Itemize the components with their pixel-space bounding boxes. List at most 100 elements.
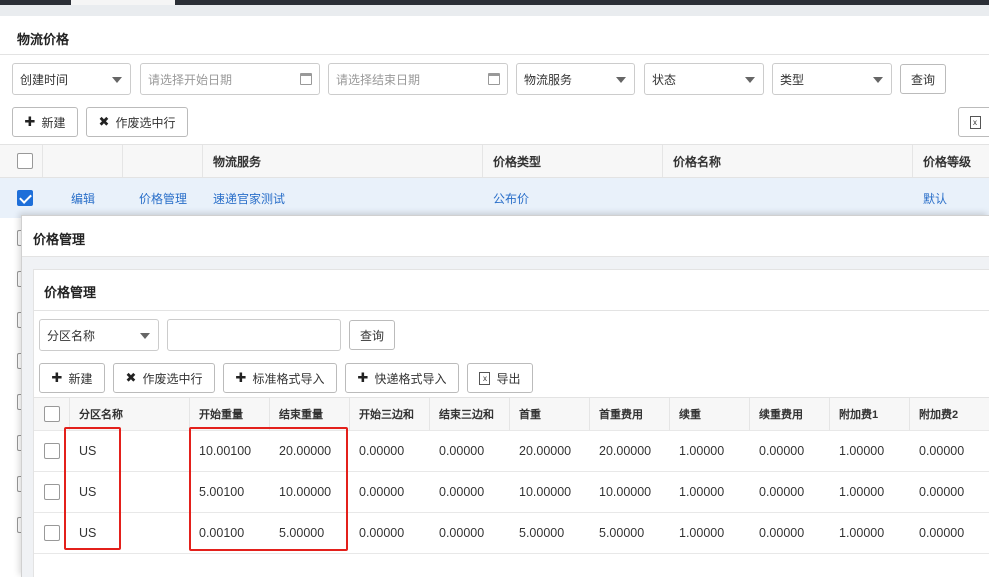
select-all-checkbox[interactable] (44, 406, 60, 422)
column-divider (482, 145, 483, 177)
dialog-export-label: 导出 (496, 371, 521, 386)
column-divider (909, 398, 910, 430)
additional-weight-fee-cell: 0.00000 (759, 444, 805, 458)
row-checkbox[interactable] (44, 484, 60, 500)
price-level-link[interactable]: 默认 (923, 178, 947, 218)
table-row[interactable]: US 5.00100 10.00000 0.00000 0.00000 10.0… (34, 472, 989, 513)
column-header-surcharge-1[interactable]: 附加费1 (839, 398, 878, 430)
export-button[interactable]: x (958, 107, 989, 137)
column-header-end-weight[interactable]: 结束重量 (279, 398, 323, 430)
status-select[interactable]: 状态 (644, 63, 764, 95)
table-row[interactable]: US 0.00100 5.00000 0.00000 0.00000 5.000… (34, 513, 989, 554)
first-weight-cell: 10.00000 (519, 485, 572, 499)
column-header-end-dim-sum[interactable]: 结束三边和 (439, 398, 494, 430)
column-header-start-weight[interactable]: 开始重量 (199, 398, 243, 430)
dialog-export-button[interactable]: x 导出 (467, 363, 533, 393)
end-weight-cell: 20.00000 (279, 444, 332, 458)
select-all-checkbox[interactable] (17, 153, 33, 169)
additional-weight-fee-cell: 0.00000 (759, 526, 805, 540)
dialog-query-button[interactable]: 查询 (349, 320, 395, 350)
calendar-icon (300, 73, 312, 85)
plus-icon: ✚ (51, 370, 63, 385)
first-weight-fee-cell: 5.00000 (599, 526, 645, 540)
chevron-down-icon (616, 77, 626, 83)
dialog-query-label: 查询 (359, 328, 384, 343)
close-icon: ✖ (125, 370, 137, 385)
column-header-price-level[interactable]: 价格等级 (923, 145, 971, 177)
table-header-row: 物流服务 价格类型 价格名称 价格等级 (0, 144, 989, 178)
edit-link[interactable]: 编辑 (71, 178, 95, 218)
row-checkbox[interactable] (44, 443, 60, 459)
price-management-link[interactable]: 价格管理 (139, 178, 187, 218)
column-header-additional-weight[interactable]: 续重 (679, 398, 701, 430)
query-button[interactable]: 查询 (900, 64, 946, 94)
additional-weight-cell: 1.00000 (679, 526, 725, 540)
zone-name-select[interactable]: 分区名称 (39, 319, 159, 351)
dialog-void-button[interactable]: ✖ 作废选中行 (113, 363, 215, 393)
dialog-header: 价格管理 (22, 216, 989, 257)
surcharge-1-cell: 1.00000 (839, 485, 885, 499)
zone-name-input[interactable] (167, 319, 341, 351)
row-checkbox-cell (44, 472, 60, 512)
void-selected-button[interactable]: ✖ 作废选中行 (86, 107, 188, 137)
price-management-panel: 价格管理 分区名称 查询 ✚ 新建 ✖ 作废选中行 ✚ 标准格式导入 ✚ 快递格… (33, 269, 989, 577)
column-header-first-weight-fee[interactable]: 首重费用 (599, 398, 643, 430)
void-selected-label: 作废选中行 (115, 115, 176, 130)
dialog-new-button[interactable]: ✚ 新建 (39, 363, 105, 393)
end-weight-cell: 5.00000 (279, 526, 325, 540)
column-header-surcharge-2[interactable]: 附加费2 (919, 398, 958, 430)
column-header-price-name[interactable]: 价格名称 (673, 145, 721, 177)
close-icon: ✖ (98, 114, 110, 129)
price-management-dialog: 价格管理 价格管理 分区名称 查询 ✚ 新建 ✖ 作废选中行 ✚ 标准格式导入 … (21, 215, 989, 577)
service-link[interactable]: 速递官家测试 (213, 178, 285, 218)
end-dim-sum-cell: 0.00000 (439, 444, 485, 458)
column-header-start-dim-sum[interactable]: 开始三边和 (359, 398, 414, 430)
column-header-additional-weight-fee[interactable]: 续重费用 (759, 398, 803, 430)
logistics-service-select[interactable]: 物流服务 (516, 63, 635, 95)
column-divider (69, 398, 70, 430)
standard-import-button[interactable]: ✚ 标准格式导入 (223, 363, 337, 393)
dialog-body: 价格管理 分区名称 查询 ✚ 新建 ✖ 作废选中行 ✚ 标准格式导入 ✚ 快递格… (22, 257, 989, 577)
table-header-row: 分区名称 开始重量 结束重量 开始三边和 结束三边和 首重 首重费用 续重 续重… (34, 397, 989, 431)
zone-name-cell: US (79, 526, 97, 540)
table-row-selected[interactable]: 编辑 价格管理 速递官家测试 公布价 默认 (0, 178, 989, 218)
active-tab[interactable] (71, 0, 175, 5)
column-divider (829, 398, 830, 430)
row-checkbox-checked[interactable] (17, 190, 33, 206)
end-dim-sum-cell: 0.00000 (439, 485, 485, 499)
select-all-cell (44, 398, 60, 430)
create-time-select[interactable]: 创建时间 (12, 63, 131, 95)
end-dim-sum-cell: 0.00000 (439, 526, 485, 540)
column-header-zone-name[interactable]: 分区名称 (79, 398, 123, 430)
first-weight-fee-cell: 10.00000 (599, 485, 652, 499)
column-divider (749, 398, 750, 430)
plus-icon: ✚ (24, 114, 36, 129)
start-dim-sum-cell: 0.00000 (359, 444, 405, 458)
additional-weight-cell: 1.00000 (679, 444, 725, 458)
new-button[interactable]: ✚ 新建 (12, 107, 78, 137)
dialog-void-label: 作废选中行 (142, 371, 203, 386)
surcharge-1-cell: 1.00000 (839, 526, 885, 540)
row-checkbox[interactable] (44, 525, 60, 541)
column-divider (429, 398, 430, 430)
column-divider (589, 398, 590, 430)
express-import-button[interactable]: ✚ 快递格式导入 (345, 363, 459, 393)
surcharge-2-cell: 0.00000 (919, 444, 965, 458)
express-import-label: 快递格式导入 (374, 371, 447, 386)
surcharge-2-cell: 0.00000 (919, 526, 965, 540)
status-select-value: 状态 (652, 72, 677, 87)
row-checkbox-cell (17, 178, 33, 218)
start-date-input[interactable]: 请选择开始日期 (140, 63, 320, 95)
column-header-service[interactable]: 物流服务 (213, 145, 261, 177)
column-header-price-type[interactable]: 价格类型 (493, 145, 541, 177)
start-weight-cell: 10.00100 (199, 444, 252, 458)
table-row[interactable]: US 10.00100 20.00000 0.00000 0.00000 20.… (34, 431, 989, 472)
price-type-link[interactable]: 公布价 (493, 178, 529, 218)
standard-import-label: 标准格式导入 (252, 371, 325, 386)
first-weight-cell: 5.00000 (519, 526, 565, 540)
type-select[interactable]: 类型 (772, 63, 892, 95)
surcharge-2-cell: 0.00000 (919, 485, 965, 499)
column-divider (662, 145, 663, 177)
column-header-first-weight[interactable]: 首重 (519, 398, 541, 430)
end-date-input[interactable]: 请选择结束日期 (328, 63, 508, 95)
